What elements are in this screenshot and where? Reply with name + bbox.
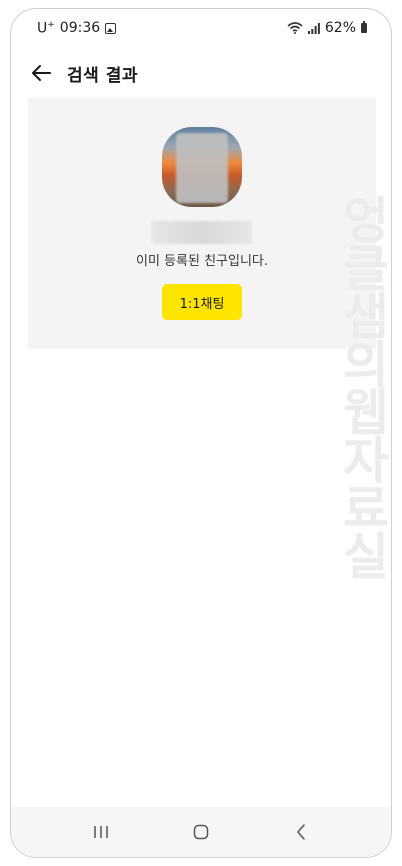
one-to-one-chat-button[interactable]: 1:1채팅 — [162, 284, 242, 320]
image-notification-icon — [105, 22, 117, 34]
status-bar: U+ 09:36 62% — [11, 9, 391, 47]
app-bar: 검색 결과 — [11, 49, 391, 97]
page-title: 검색 결과 — [67, 65, 138, 86]
navigation-bar — [11, 807, 391, 857]
blurred-profile-name — [152, 221, 252, 244]
battery-icon — [361, 21, 367, 33]
phone-frame: U+ 09:36 62% 검색 결과 이미 등록된 친구입니다. 1:1채팅 엉… — [10, 8, 392, 858]
status-right: 62% — [287, 20, 367, 36]
profile-avatar[interactable] — [162, 127, 242, 207]
signal-icon — [307, 22, 320, 34]
recent-apps-icon — [94, 826, 108, 838]
system-back-button[interactable] — [281, 812, 321, 852]
arrow-left-icon — [32, 65, 51, 81]
avatar-blur-overlay — [176, 133, 228, 203]
clock: 09:36 — [59, 20, 101, 36]
back-button[interactable] — [27, 59, 55, 87]
status-left: U+ 09:36 — [37, 19, 117, 37]
home-button[interactable] — [181, 812, 221, 852]
watermark-text: 엉클샘의웹자료실 — [333, 194, 391, 578]
recent-apps-button[interactable] — [81, 812, 121, 852]
search-result-card: 이미 등록된 친구입니다. 1:1채팅 — [28, 98, 376, 349]
battery-percent: 62% — [324, 20, 356, 36]
carrier-label: U+ — [37, 19, 55, 37]
wifi-icon — [287, 22, 303, 34]
back-chevron-icon — [297, 824, 305, 840]
already-friend-message: 이미 등록된 친구입니다. — [136, 254, 268, 269]
home-icon — [193, 824, 209, 840]
